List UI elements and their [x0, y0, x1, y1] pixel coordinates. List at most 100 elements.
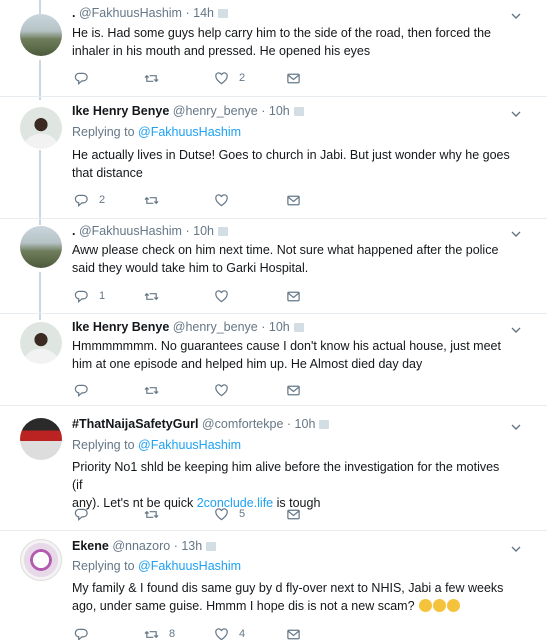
- chevron-down-icon[interactable]: [511, 229, 521, 239]
- display-name[interactable]: Ike Henry Benye: [72, 104, 169, 118]
- reply-button[interactable]: 1: [74, 288, 105, 304]
- timestamp[interactable]: 13h: [181, 539, 202, 553]
- user-handle[interactable]: @henry_benye: [173, 104, 258, 118]
- reply-button[interactable]: [74, 70, 99, 86]
- tweet-text-line: Aww please check on him next time. Not s…: [72, 243, 499, 257]
- retweet-button[interactable]: [144, 288, 169, 304]
- direct-message-button[interactable]: [286, 382, 301, 398]
- like-button[interactable]: 5: [214, 506, 245, 522]
- mention-link[interactable]: @FakhuusHashim: [138, 125, 241, 139]
- user-handle[interactable]: @comfortekpe: [202, 417, 283, 431]
- retweet-button[interactable]: [144, 382, 169, 398]
- separator-dot: ·: [185, 224, 190, 238]
- avatar[interactable]: [20, 539, 62, 581]
- direct-message-button[interactable]: [286, 506, 301, 522]
- thinking-face-emoji: [419, 599, 433, 612]
- avatar[interactable]: [20, 14, 62, 56]
- chevron-down-icon[interactable]: [511, 11, 521, 21]
- direct-message-button[interactable]: [286, 192, 301, 208]
- reply-icon: [74, 508, 88, 521]
- reply-icon: [74, 194, 88, 207]
- avatar[interactable]: [20, 322, 62, 364]
- thinking-face-emoji: [447, 599, 461, 612]
- translate-badge-icon: [319, 420, 330, 429]
- retweet-icon: [144, 386, 159, 394]
- replying-to-label: Replying to: [72, 559, 135, 573]
- like-button[interactable]: [214, 192, 239, 208]
- tweet-header: Ike Henry Benye @henry_benye · 10h: [72, 104, 304, 118]
- tweet-text-line: inhaler in his mouth and pressed. He ope…: [72, 44, 371, 58]
- tweet-text-line: My family & I found dis same guy by d fl…: [72, 581, 504, 595]
- tweet[interactable]: . @FakhuusHashim · 14h He is. Had some g…: [0, 0, 547, 100]
- reply-button[interactable]: [74, 382, 99, 398]
- chevron-down-icon[interactable]: [511, 544, 521, 554]
- direct-message-button[interactable]: [286, 70, 301, 86]
- direct-message-button[interactable]: [286, 288, 301, 304]
- tweet-text: He actually lives in Dutse! Goes to chur…: [72, 146, 512, 182]
- tweet[interactable]: Ike Henry Benye @henry_benye · 10h Reply…: [0, 100, 547, 218]
- tweet[interactable]: Ike Henry Benye @henry_benye · 10h Hmmmm…: [0, 314, 547, 406]
- direct-message-button[interactable]: [286, 626, 301, 640]
- envelope-icon: [287, 509, 300, 519]
- like-count: 4: [239, 628, 246, 640]
- heart-icon: [215, 71, 228, 84]
- reply-icon: [74, 72, 88, 85]
- reply-button[interactable]: 2: [74, 192, 105, 208]
- like-button[interactable]: [214, 288, 239, 304]
- mention-link[interactable]: @FakhuusHashim: [138, 559, 241, 573]
- user-handle[interactable]: @nnazoro: [112, 539, 170, 553]
- reply-icon: [74, 384, 88, 397]
- translate-badge-icon: [293, 323, 304, 332]
- retweet-button[interactable]: [144, 70, 169, 86]
- display-name[interactable]: Ike Henry Benye: [72, 320, 169, 334]
- tweet-text-line: said they would take him to Garki Hospit…: [72, 261, 309, 275]
- replying-to: Replying to @FakhuusHashim: [72, 438, 241, 452]
- mention-link[interactable]: @FakhuusHashim: [138, 438, 241, 452]
- reply-button[interactable]: [74, 626, 99, 640]
- tweet-thread: . @FakhuusHashim · 14h He is. Had some g…: [0, 0, 547, 640]
- like-button[interactable]: 4: [214, 626, 245, 640]
- user-handle[interactable]: @henry_benye: [173, 320, 258, 334]
- envelope-icon: [287, 291, 300, 301]
- timestamp[interactable]: 10h: [269, 104, 290, 118]
- user-handle[interactable]: @FakhuusHashim: [79, 224, 182, 238]
- retweet-button[interactable]: [144, 192, 169, 208]
- display-name[interactable]: .: [72, 224, 75, 238]
- like-button[interactable]: [214, 382, 239, 398]
- like-button[interactable]: 2: [214, 70, 245, 86]
- tweet[interactable]: Ekene @nnazoro · 13h Replying to @Fakhuu…: [0, 531, 547, 640]
- timestamp[interactable]: 14h: [193, 6, 214, 20]
- chevron-down-icon[interactable]: [511, 325, 521, 335]
- heart-icon: [215, 627, 228, 640]
- timestamp[interactable]: 10h: [269, 320, 290, 334]
- divider: [0, 96, 547, 97]
- display-name[interactable]: .: [72, 6, 75, 20]
- avatar[interactable]: [20, 107, 62, 149]
- heart-icon: [215, 383, 228, 396]
- display-name[interactable]: #ThatNaijaSafetyGurl: [72, 417, 198, 431]
- heart-icon: [215, 507, 228, 520]
- tweet-text-line: He actually lives in Dutse! Goes to chur…: [72, 148, 510, 162]
- replying-to-label: Replying to: [72, 125, 135, 139]
- tweet-actions: 5: [72, 506, 372, 522]
- translate-badge-icon: [206, 542, 217, 551]
- avatar[interactable]: [20, 226, 62, 268]
- envelope-icon: [287, 73, 300, 83]
- retweet-button[interactable]: [144, 506, 169, 522]
- like-count: 5: [239, 508, 246, 520]
- tweet[interactable]: #ThatNaijaSafetyGurl @comfortekpe · 10h …: [0, 406, 547, 526]
- chevron-down-icon[interactable]: [511, 109, 521, 119]
- tweet[interactable]: . @FakhuusHashim · 10h Aww please check …: [0, 218, 547, 316]
- envelope-icon: [287, 385, 300, 395]
- user-handle[interactable]: @FakhuusHashim: [79, 6, 182, 20]
- translate-badge-icon: [217, 227, 228, 236]
- replying-to: Replying to @FakhuusHashim: [72, 125, 241, 139]
- avatar[interactable]: [20, 418, 62, 460]
- display-name[interactable]: Ekene: [72, 539, 109, 553]
- chevron-down-icon[interactable]: [511, 422, 521, 432]
- timestamp[interactable]: 10h: [295, 417, 316, 431]
- timestamp[interactable]: 10h: [193, 224, 214, 238]
- reply-button[interactable]: [74, 506, 99, 522]
- retweet-button[interactable]: 8: [144, 626, 175, 640]
- retweet-icon: [144, 510, 159, 518]
